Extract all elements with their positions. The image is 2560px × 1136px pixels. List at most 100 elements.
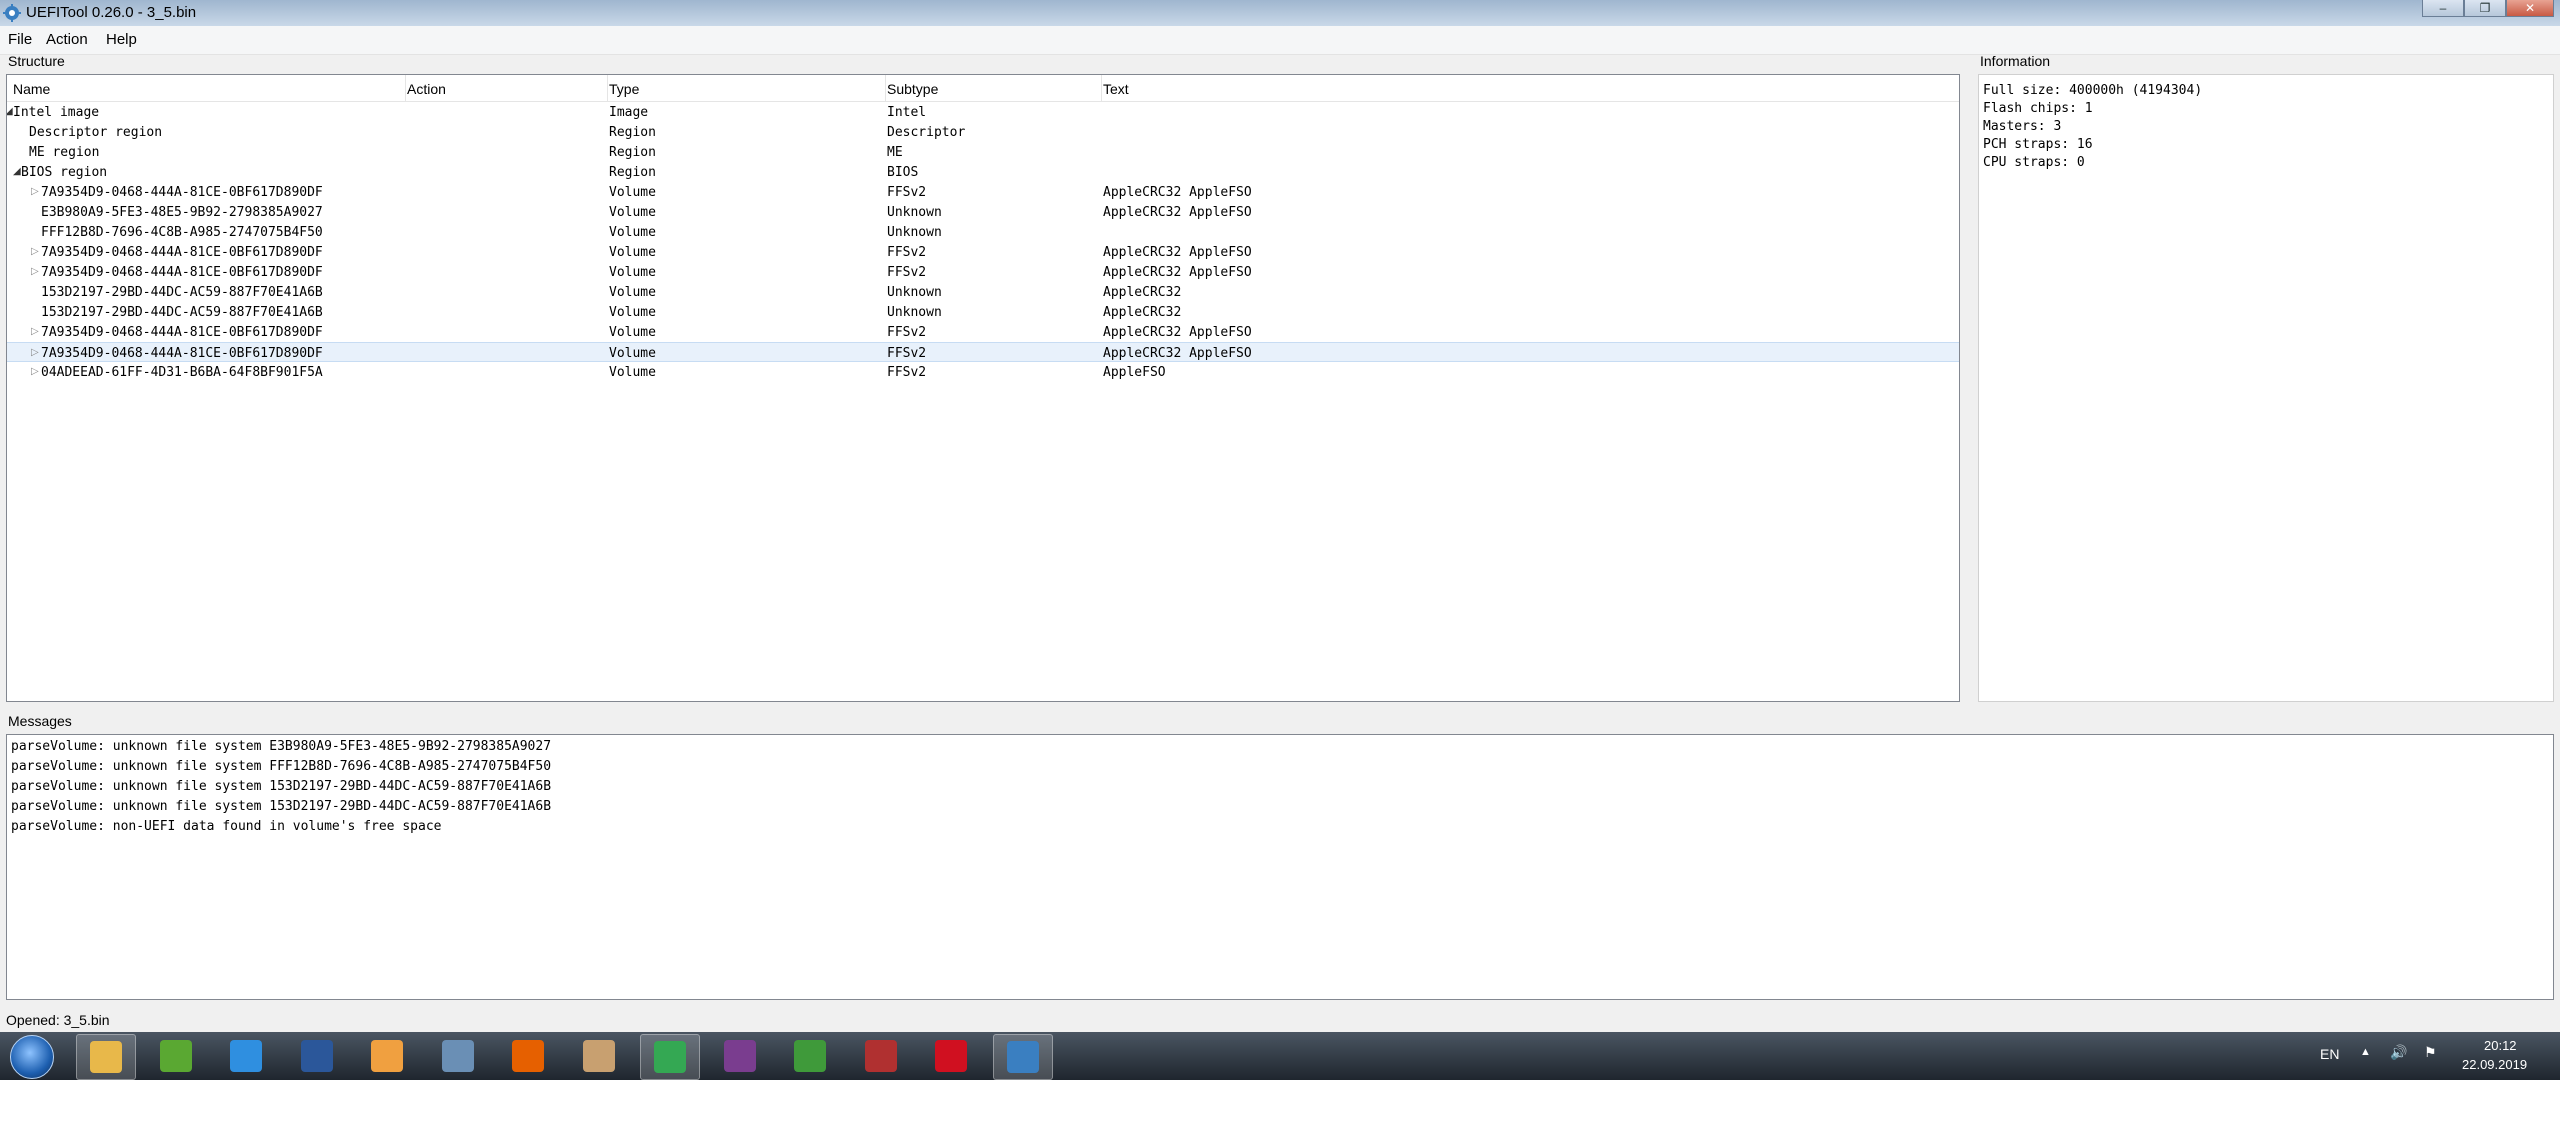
maximize-button[interactable]: ❐ bbox=[2464, 0, 2506, 17]
expand-arrow-icon[interactable]: ▷ bbox=[31, 347, 39, 358]
status-bar: Opened: 3_5.bin bbox=[6, 1012, 110, 1028]
tree-cell-name: E3B980A9-5FE3-48E5-9B92-2798385A9027 bbox=[41, 205, 323, 220]
messages-label: Messages bbox=[8, 713, 72, 729]
tree-cell-subtype: FFSv2 bbox=[887, 325, 927, 340]
explorer-icon bbox=[90, 1041, 122, 1073]
taskbar-chrome[interactable] bbox=[640, 1034, 700, 1080]
taskbar-firefox[interactable] bbox=[499, 1034, 557, 1078]
taskbar-uefitool[interactable] bbox=[992, 1034, 1053, 1080]
messages-panel[interactable]: parseVolume: unknown file system E3B980A… bbox=[6, 734, 2554, 1000]
tree-row[interactable]: ▷ 7A9354D9-0468-444A-81CE-0BF617D890DF Vol… bbox=[7, 242, 1959, 262]
tree-row[interactable]: 153D2197-29BD-44DC-AC59-887F70E41A6B Volu… bbox=[7, 282, 1959, 302]
tree-cell-subtype: FFSv2 bbox=[887, 365, 927, 380]
menu-help[interactable]: Help bbox=[106, 31, 137, 48]
column-action[interactable]: Action bbox=[407, 81, 446, 97]
collapse-arrow-icon[interactable]: ◢ bbox=[7, 106, 13, 117]
information-label: Information bbox=[1980, 53, 2051, 69]
collapse-arrow-icon[interactable]: ◢ bbox=[13, 166, 21, 177]
tree-row[interactable]: ▷ 7A9354D9-0468-444A-81CE-0BF617D890DF Vol… bbox=[7, 182, 1959, 202]
tree-row[interactable]: ▷ 04ADEEAD-61FF-4D31-B6BA-64F8BF901F5A Vol… bbox=[7, 362, 1959, 382]
language-indicator[interactable]: EN bbox=[2320, 1046, 2339, 1062]
tree-cell-text: AppleCRC32 AppleFSO bbox=[1103, 265, 1252, 280]
taskbar-utorrent[interactable] bbox=[147, 1034, 205, 1078]
clock-date[interactable]: 22.09.2019 bbox=[2462, 1057, 2527, 1072]
info-line: Masters: 3 bbox=[1983, 119, 2062, 134]
tree-cell-name: 153D2197-29BD-44DC-AC59-887F70E41A6B bbox=[41, 285, 323, 300]
column-type[interactable]: Type bbox=[609, 81, 639, 97]
message-line[interactable]: parseVolume: unknown file system E3B980A… bbox=[11, 739, 551, 754]
tree-row[interactable]: FFF12B8D-7696-4C8B-A985-2747075B4F50 Volu… bbox=[7, 222, 1959, 242]
close-button[interactable]: ✕ bbox=[2506, 0, 2554, 17]
tree-cell-name: BIOS region bbox=[21, 165, 108, 180]
tree-cell-type: Volume bbox=[609, 265, 656, 280]
taskbar-image-viewer[interactable] bbox=[570, 1034, 628, 1078]
tree-cell-subtype: Descriptor bbox=[887, 125, 966, 140]
expand-arrow-icon[interactable]: ▷ bbox=[31, 246, 39, 257]
expand-arrow-icon[interactable]: ▷ bbox=[31, 326, 39, 337]
tree-row[interactable]: ◢ BIOS region Region BIOS bbox=[7, 162, 1959, 182]
volume-icon[interactable]: 🔊 bbox=[2390, 1044, 2407, 1061]
taskbar-media-player[interactable] bbox=[217, 1034, 275, 1078]
title-bar: UEFITool 0.26.0 - 3_5.bin – ❐ ✕ bbox=[0, 0, 2560, 26]
message-line[interactable]: parseVolume: unknown file system 153D219… bbox=[11, 799, 551, 814]
tree-cell-type: Volume bbox=[609, 305, 656, 320]
opera-icon bbox=[935, 1040, 967, 1072]
calendar-icon bbox=[864, 1040, 897, 1072]
tree-cell-subtype: ME bbox=[887, 145, 903, 160]
tree-row[interactable]: 153D2197-29BD-44DC-AC59-887F70E41A6B Volu… bbox=[7, 302, 1959, 322]
empty-area bbox=[0, 1080, 2560, 1136]
firefox-icon bbox=[512, 1040, 544, 1072]
tree-cell-subtype: FFSv2 bbox=[887, 265, 927, 280]
menu-file[interactable]: File bbox=[8, 31, 32, 48]
start-button[interactable] bbox=[10, 1035, 54, 1079]
message-line[interactable]: parseVolume: unknown file system FFF12B8… bbox=[11, 759, 551, 774]
tree-cell-name: 7A9354D9-0468-444A-81CE-0BF617D890DF bbox=[41, 245, 323, 260]
minimize-button[interactable]: – bbox=[2422, 0, 2464, 17]
tree-row[interactable]: ME region Region ME bbox=[7, 142, 1959, 162]
tree-cell-type: Volume bbox=[609, 245, 656, 260]
uefitool-app-icon bbox=[3, 4, 21, 22]
clock-time[interactable]: 20:12 bbox=[2484, 1038, 2517, 1053]
taskbar-pdf-tool[interactable] bbox=[711, 1034, 769, 1078]
tree-cell-name: Descriptor region bbox=[29, 125, 163, 140]
network-icon[interactable]: ⚑ bbox=[2424, 1044, 2437, 1061]
taskbar-explorer[interactable] bbox=[76, 1034, 136, 1080]
tree-row[interactable]: ▷ 7A9354D9-0468-444A-81CE-0BF617D890DF Vol… bbox=[7, 262, 1959, 282]
tree-cell-name: FFF12B8D-7696-4C8B-A985-2747075B4F50 bbox=[41, 225, 323, 240]
taskbar-word[interactable] bbox=[288, 1034, 346, 1078]
taskbar-calendar[interactable] bbox=[852, 1034, 910, 1078]
uefitool-icon bbox=[1006, 1041, 1039, 1073]
tree-cell-subtype: BIOS bbox=[887, 165, 919, 180]
media-player-icon bbox=[230, 1040, 262, 1072]
structure-tree[interactable]: Name Action Type Subtype Text ◢Intel ima… bbox=[6, 74, 1960, 702]
structure-label: Structure bbox=[8, 53, 65, 69]
column-text[interactable]: Text bbox=[1103, 81, 1129, 97]
tree-cell-name: 7A9354D9-0468-444A-81CE-0BF617D890DF bbox=[41, 325, 323, 340]
taskbar-video-player[interactable] bbox=[358, 1034, 416, 1078]
tree-row[interactable]: ▷ 7A9354D9-0468-444A-81CE-0BF617D890DF Vol… bbox=[7, 322, 1959, 342]
calculator-icon bbox=[441, 1040, 474, 1072]
window-title: UEFITool 0.26.0 - 3_5.bin bbox=[26, 4, 197, 21]
tree-row[interactable]: ◢Intel image Image Intel bbox=[7, 102, 1959, 122]
pdf-tool-icon bbox=[723, 1040, 756, 1072]
message-line[interactable]: parseVolume: unknown file system 153D219… bbox=[11, 779, 551, 794]
tree-row[interactable]: E3B980A9-5FE3-48E5-9B92-2798385A9027 Volu… bbox=[7, 202, 1959, 222]
expand-arrow-icon[interactable]: ▷ bbox=[31, 266, 39, 277]
tray-expand-icon[interactable]: ▲ bbox=[2360, 1046, 2371, 1058]
expand-arrow-icon[interactable]: ▷ bbox=[31, 186, 39, 197]
message-line[interactable]: parseVolume: non-UEFI data found in volu… bbox=[11, 819, 441, 834]
taskbar-image-editor[interactable] bbox=[781, 1034, 839, 1078]
taskbar-calculator[interactable] bbox=[429, 1034, 487, 1078]
tree-cell-name: 153D2197-29BD-44DC-AC59-887F70E41A6B bbox=[41, 305, 323, 320]
taskbar-opera[interactable] bbox=[922, 1034, 980, 1078]
menu-bar: File Action Help bbox=[0, 26, 2560, 55]
utorrent-icon bbox=[159, 1040, 192, 1072]
tree-row[interactable]: Descriptor region Region Descriptor bbox=[7, 122, 1959, 142]
menu-action[interactable]: Action bbox=[46, 31, 88, 48]
tree-row[interactable]: ▷ 7A9354D9-0468-444A-81CE-0BF617D890DF Vol… bbox=[7, 342, 1959, 362]
expand-arrow-icon[interactable]: ▷ bbox=[31, 366, 39, 377]
tree-cell-type: Image bbox=[609, 105, 649, 120]
tree-cell-text: AppleCRC32 AppleFSO bbox=[1103, 245, 1252, 260]
column-name[interactable]: Name bbox=[13, 81, 50, 97]
column-subtype[interactable]: Subtype bbox=[887, 81, 938, 97]
